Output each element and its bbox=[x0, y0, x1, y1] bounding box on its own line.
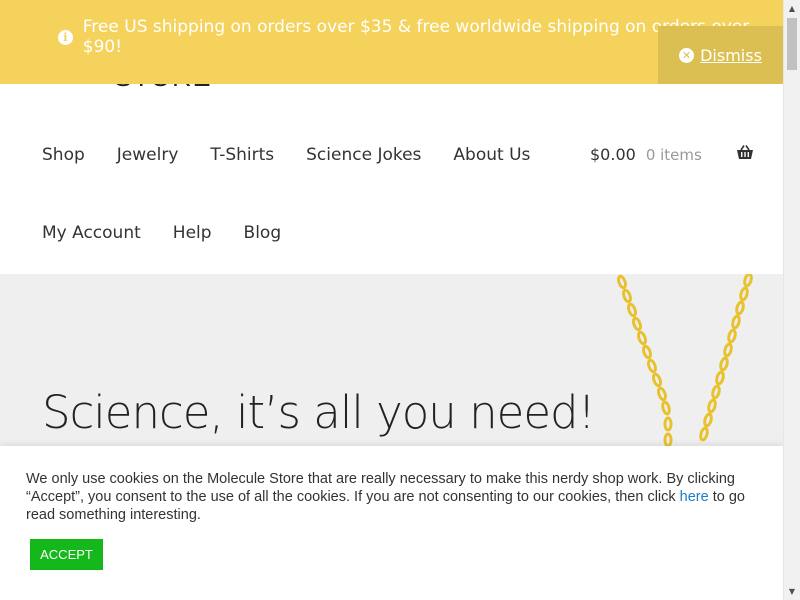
cookie-banner: We only use cookies on the Molecule Stor… bbox=[0, 446, 783, 600]
nav-item-about-us[interactable]: About Us bbox=[453, 145, 530, 165]
info-icon: i bbox=[58, 29, 73, 45]
vertical-scrollbar[interactable]: ▲ ▼ bbox=[783, 0, 800, 600]
nav-item-my-account[interactable]: My Account bbox=[42, 223, 141, 243]
close-icon: ✕ bbox=[679, 47, 695, 63]
page: STORE i Free US shipping on orders over … bbox=[0, 0, 800, 600]
dismiss-label: Dismiss bbox=[700, 45, 762, 65]
cookie-here-link[interactable]: here bbox=[680, 489, 709, 505]
scroll-up-icon[interactable]: ▲ bbox=[784, 0, 800, 17]
hero-title: Science, it’s all you need! bbox=[42, 386, 596, 439]
scroll-down-icon[interactable]: ▼ bbox=[784, 583, 800, 600]
scrollbar-thumb[interactable] bbox=[787, 18, 797, 70]
dismiss-button[interactable]: ✕ Dismiss bbox=[658, 26, 783, 84]
secondary-nav: My Account Help Blog bbox=[42, 223, 313, 243]
nav-item-t-shirts[interactable]: T-Shirts bbox=[210, 145, 274, 165]
cart-amount: $0.00 bbox=[590, 145, 636, 164]
nav-item-help[interactable]: Help bbox=[173, 223, 212, 243]
basket-icon bbox=[736, 145, 754, 164]
primary-nav: Shop Jewelry T-Shirts Science Jokes Abou… bbox=[42, 145, 562, 165]
store-notice: i Free US shipping on orders over $35 & … bbox=[0, 0, 783, 84]
header-cart[interactable]: $0.00 0 items bbox=[590, 145, 754, 164]
nav-item-jewelry[interactable]: Jewelry bbox=[117, 145, 179, 165]
accept-button[interactable]: ACCEPT bbox=[30, 539, 103, 570]
necklace-image bbox=[617, 274, 753, 448]
nav-item-shop[interactable]: Shop bbox=[42, 145, 85, 165]
nav-item-blog[interactable]: Blog bbox=[244, 223, 282, 243]
cookie-text: We only use cookies on the Molecule Stor… bbox=[26, 471, 735, 505]
cart-count: 0 items bbox=[645, 145, 702, 164]
cookie-message: We only use cookies on the Molecule Stor… bbox=[26, 470, 756, 524]
nav-item-science-jokes[interactable]: Science Jokes bbox=[306, 145, 421, 165]
